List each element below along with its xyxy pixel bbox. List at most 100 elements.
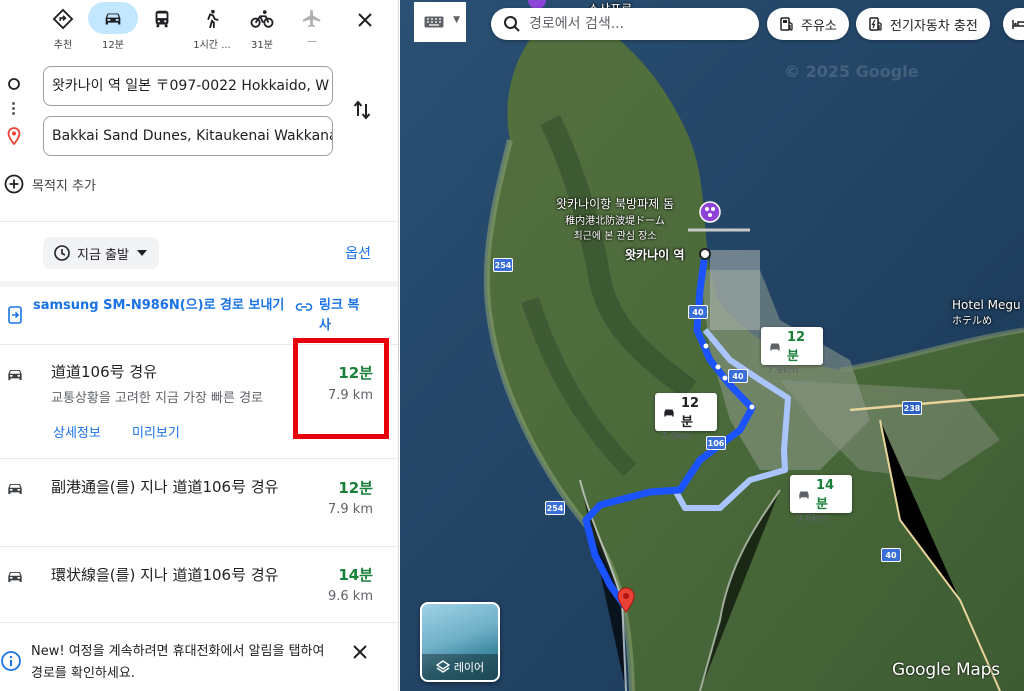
origin-input[interactable]: 왓카나이 역 일본 〒097-0022 Hokkaido, W (43, 66, 333, 106)
route-shield: 40 (728, 369, 748, 383)
swap-icon (353, 100, 371, 120)
route-name: 副港通을(를) 지나 道道106号 경유 (51, 478, 279, 496)
copy-link-button[interactable]: 링크 복사 (295, 296, 369, 336)
route-shield: 254 (545, 501, 565, 515)
car-icon (8, 572, 22, 582)
chip-ev-charging[interactable]: 전기자동차 충전 (856, 8, 990, 40)
details-button[interactable]: 상세정보 (53, 422, 101, 441)
chip-gas-station[interactable]: 주유소 (767, 8, 849, 40)
route-option-2[interactable]: 副港通을(를) 지나 道道106号 경유 12분 7.9 km (0, 459, 398, 546)
google-maps-logo: Google Maps (892, 660, 1000, 680)
phone-notification-toast: New! 여정을 계속하려면 휴대전화에서 알림을 탭하여 경로를 확인하세요. (0, 622, 398, 691)
send-to-phone-row: samsung SM-N986N(으)로 경로 보내기 링크 복사 (0, 296, 398, 344)
gas-station-icon (780, 17, 793, 31)
keyboard-icon (424, 16, 444, 28)
route-name: 道道106号 경유 (51, 363, 157, 381)
send-to-phone-link[interactable]: samsung SM-N986N(으)로 경로 보내기 (33, 296, 288, 316)
add-destination-button[interactable]: 목적지 추가 (4, 172, 96, 196)
route-distance: 7.9 km (328, 502, 373, 517)
poi-marker (699, 201, 721, 223)
route-callout-alt-1[interactable]: 12분 7.9km (761, 327, 823, 376)
station-label[interactable]: 왓카나이 역 (625, 246, 684, 263)
route-callout-alt-2[interactable]: 14분 9.6km (790, 475, 852, 524)
close-icon (358, 13, 372, 27)
callout-time: 12분 (680, 396, 700, 430)
mode-label: 31분 (251, 40, 273, 51)
mode-drive[interactable]: 12분 (88, 2, 138, 54)
start-marker (699, 248, 711, 260)
map-search-box[interactable] (491, 8, 759, 40)
layers-label: 레이어 (453, 661, 485, 674)
route-callout-selected[interactable]: 12분 7.9km (655, 393, 717, 442)
divider (0, 221, 398, 222)
recommend-icon (38, 2, 88, 34)
poi-note: 최근에 본 관심 장소 (573, 231, 657, 242)
hotel-label[interactable]: Hotel Megu ホテルめ (952, 298, 1021, 327)
route-name: 環状線을(를) 지나 道道106号 경유 (51, 566, 279, 584)
map-view[interactable]: © 2025 Google 소샤프로 ▼ 주유소 전기자동차 충전 왓카나이항 … (400, 0, 1024, 691)
satellite-map (400, 0, 1024, 691)
route-shield: 40 (881, 548, 901, 562)
maps-app: 추천 12분 1시간 ... 31분 — 왓카나이 역 일본 〒097-0022… (0, 0, 1024, 691)
mode-flight[interactable]: — (287, 2, 337, 54)
options-button[interactable]: 옵션 (345, 243, 371, 263)
ev-charging-icon (869, 17, 882, 31)
car-icon (770, 343, 780, 351)
walk-icon (187, 2, 237, 34)
destination-input[interactable]: Bakkai Sand Dunes, Kitaukenai Wakkanai (43, 116, 333, 156)
preview-button[interactable]: 미리보기 (132, 422, 180, 441)
depart-time-dropdown[interactable]: 지금 출발 (43, 237, 159, 269)
poi-name-jp: 稚内港北防波堤ドーム (565, 216, 665, 227)
car-icon (8, 484, 22, 494)
bike-icon (237, 2, 287, 34)
route-option-3[interactable]: 環状線을(를) 지나 道道106号 경유 14분 9.6 km (0, 547, 398, 622)
input-tools-button[interactable]: ▼ (414, 2, 466, 42)
route-shield: 40 (688, 305, 708, 319)
clock-icon (54, 245, 70, 261)
search-icon (504, 16, 520, 32)
callout-distance: 7.9km (661, 431, 693, 442)
car-icon (88, 2, 138, 34)
hotel-name: Hotel Megu (952, 298, 1021, 312)
route-time: 12분 (338, 479, 373, 497)
layers-button[interactable]: 레이어 (420, 602, 500, 682)
mode-recommended[interactable]: 추천 (38, 2, 88, 54)
mode-bike[interactable]: 31분 (237, 2, 287, 54)
route-description: 교통상황을 고려한 지금 가장 빠른 경로 (51, 391, 264, 406)
callout-time: 14분 (815, 478, 835, 512)
route-time: 14분 (338, 566, 373, 584)
origin-circle-icon (6, 76, 22, 92)
route-distance: 9.6 km (328, 589, 373, 604)
chip-label: 주유소 (801, 18, 837, 34)
hotel-name-jp: ホテルめ (952, 316, 992, 327)
mode-walk[interactable]: 1시간 ... (187, 2, 237, 54)
info-icon (1, 651, 21, 671)
map-search-input[interactable] (529, 16, 749, 32)
poi-label-port-dome[interactable]: 왓카나이항 북방파제 돔 稚内港北防波堤ドーム 최근에 본 관심 장소 (556, 195, 674, 242)
swap-button[interactable] (350, 98, 374, 122)
dismiss-toast-button[interactable] (351, 643, 373, 665)
send-to-device-icon (8, 306, 22, 324)
poi-name: 왓카나이항 북방파제 돔 (556, 197, 675, 211)
travel-mode-bar: 추천 12분 1시간 ... 31분 — (0, 0, 398, 58)
map-watermark: © 2025 Google (784, 62, 919, 81)
route-shield: 238 (902, 401, 922, 415)
callout-distance: 7.9km (767, 365, 799, 376)
close-directions-button[interactable] (351, 6, 379, 34)
car-icon (8, 370, 22, 380)
hotel-icon (1012, 20, 1024, 29)
mode-label: 1시간 ... (193, 40, 231, 51)
caret-down-icon: ▼ (453, 15, 460, 25)
chip-label: 전기자동차 충전 (890, 18, 978, 34)
mode-label: 추천 (53, 40, 73, 51)
mode-label: 12분 (102, 40, 124, 51)
plane-icon (287, 2, 337, 34)
destination-pin-icon (6, 127, 22, 145)
mode-label: — (307, 36, 317, 47)
callout-distance: 9.6km (796, 513, 828, 524)
mode-transit[interactable] (137, 2, 187, 54)
bus-icon (137, 2, 187, 34)
caret-down-icon (136, 250, 147, 256)
callout-time: 12분 (786, 330, 806, 364)
divider (0, 281, 398, 287)
